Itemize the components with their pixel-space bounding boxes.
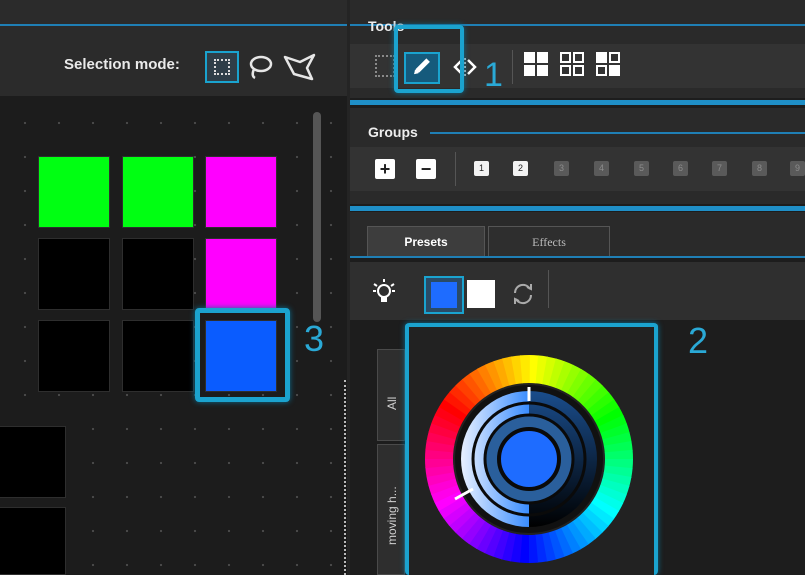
group-button-6[interactable]: 6 — [673, 161, 688, 176]
fixture-cell[interactable] — [205, 238, 277, 310]
callout-number-3: 3 — [304, 318, 325, 359]
group-button-9[interactable]: 9 — [790, 161, 805, 176]
fixture-cell[interactable] — [38, 238, 110, 310]
layout-grid-1-icon[interactable] — [524, 52, 550, 78]
cycle-icon[interactable] — [509, 280, 537, 308]
callout-highlight-3 — [195, 308, 290, 402]
fixture-cell[interactable] — [122, 320, 194, 392]
callout-number-2: 2 — [688, 320, 709, 361]
add-group-button[interactable]: + — [375, 159, 395, 179]
side-tab-all[interactable]: All — [377, 349, 405, 441]
callout-highlight-1 — [394, 25, 464, 93]
section-divider — [350, 100, 805, 105]
section-line — [430, 132, 805, 134]
panel-splitter[interactable] — [344, 380, 346, 575]
group-button-1[interactable]: 1 — [474, 161, 489, 176]
layout-grid-3-icon[interactable] — [596, 52, 622, 78]
toolbar-divider — [0, 24, 347, 26]
tab-effects[interactable]: Effects — [488, 226, 610, 256]
rectangle-select-icon[interactable] — [205, 51, 239, 83]
grid-scrollbar[interactable] — [313, 112, 321, 322]
group-button-5[interactable]: 5 — [634, 161, 649, 176]
side-tab-all-label: All — [385, 396, 399, 410]
side-tab-moving-label: moving h... — [385, 486, 399, 545]
blue-swatch[interactable] — [424, 276, 464, 314]
toolbar-separator — [455, 152, 456, 186]
callout-highlight-2 — [405, 323, 658, 575]
tabs-underline — [350, 256, 805, 258]
fixture-cell[interactable] — [0, 426, 66, 498]
toolbar-separator — [512, 50, 513, 84]
fixture-cell[interactable] — [38, 156, 110, 228]
group-button-4[interactable]: 4 — [594, 161, 609, 176]
fixture-cell[interactable] — [122, 238, 194, 310]
bulb-icon[interactable] — [372, 278, 396, 306]
rect-select-tool-icon[interactable] — [375, 55, 395, 77]
layout-grid-2-icon[interactable] — [560, 52, 586, 78]
tab-presets[interactable]: Presets — [367, 226, 485, 256]
group-button-2[interactable]: 2 — [513, 161, 528, 176]
fixture-cell[interactable] — [122, 156, 194, 228]
white-swatch[interactable] — [467, 280, 495, 308]
group-button-7[interactable]: 7 — [712, 161, 727, 176]
remove-group-button[interactable]: − — [416, 159, 436, 179]
polygon-select-icon[interactable] — [282, 52, 318, 82]
fixture-cell[interactable] — [205, 156, 277, 228]
fixture-cell[interactable] — [0, 507, 66, 575]
section-divider — [350, 206, 805, 211]
side-tab-moving[interactable]: moving h... — [377, 444, 405, 575]
group-button-8[interactable]: 8 — [752, 161, 767, 176]
lasso-icon[interactable] — [246, 52, 274, 82]
groups-title: Groups — [368, 124, 418, 140]
selection-mode-label: Selection mode: — [64, 56, 180, 73]
toolbar-separator — [548, 270, 549, 308]
callout-number-1: 1 — [484, 56, 503, 94]
fixture-cell[interactable] — [38, 320, 110, 392]
preset-toolbar — [350, 262, 805, 320]
group-button-3[interactable]: 3 — [554, 161, 569, 176]
